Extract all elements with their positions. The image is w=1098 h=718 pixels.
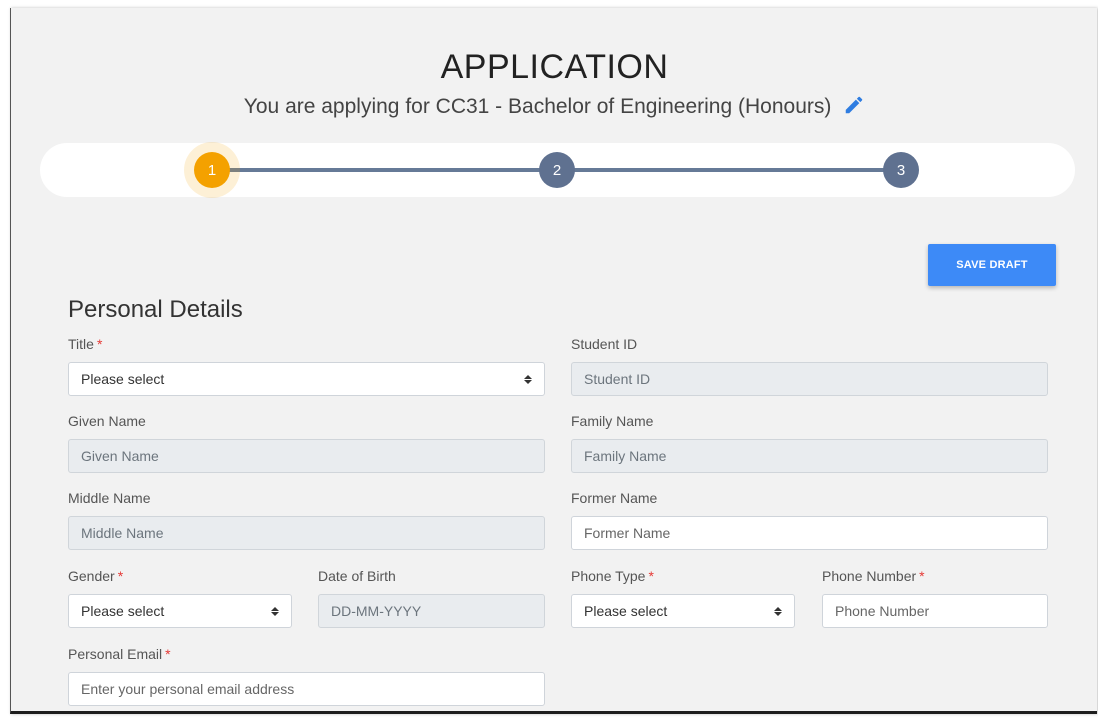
phone-type-label-text: Phone Type <box>571 568 646 584</box>
gender-select-value: Please select <box>81 603 165 619</box>
step-connector-2-3 <box>557 168 901 172</box>
gender-select[interactable]: Please select <box>68 594 292 628</box>
required-marker: * <box>165 646 171 662</box>
select-caret-icon <box>774 606 782 616</box>
student-id-label: Student ID <box>571 336 638 352</box>
student-id-field: Student ID <box>571 362 1048 396</box>
required-marker: * <box>117 568 124 584</box>
required-marker: * <box>96 336 103 352</box>
step-connector-1-2 <box>212 168 555 172</box>
phone-type-select[interactable]: Please select <box>571 594 795 628</box>
title-label-text: Title <box>68 336 94 352</box>
required-marker: * <box>919 568 925 584</box>
family-name-field: Family Name <box>571 439 1048 473</box>
phone-number-label-text: Phone Number <box>822 568 917 584</box>
phone-type-label: Phone Type * <box>571 568 654 584</box>
save-draft-button[interactable]: SAVE DRAFT <box>928 244 1056 286</box>
phone-type-select-value: Please select <box>584 603 668 619</box>
dob-field: DD-MM-YYYY <box>318 594 545 628</box>
step-3[interactable]: 3 <box>883 152 919 188</box>
personal-email-label-text: Personal Email <box>68 646 163 662</box>
middle-name-label: Middle Name <box>68 490 151 506</box>
gender-label-text: Gender <box>68 568 115 584</box>
course-subtitle-text: You are applying for CC31 - Bachelor of … <box>243 95 832 118</box>
phone-number-input[interactable]: Phone Number <box>822 594 1048 628</box>
title-label: Title * <box>68 336 102 352</box>
gender-label: Gender * <box>68 568 123 584</box>
title-select-value: Please select <box>81 371 165 387</box>
select-caret-icon <box>271 606 279 616</box>
former-name-label: Former Name <box>571 490 658 506</box>
pencil-icon[interactable] <box>843 94 865 122</box>
dob-label: Date of Birth <box>318 568 396 584</box>
select-caret-icon <box>524 374 532 384</box>
given-name-field: Given Name <box>68 439 545 473</box>
personal-email-label: Personal Email * <box>68 646 171 662</box>
middle-name-field: Middle Name <box>68 516 545 550</box>
step-2[interactable]: 2 <box>539 152 575 188</box>
family-name-label: Family Name <box>571 413 654 429</box>
page-title: APPLICATION <box>440 48 669 86</box>
former-name-input[interactable]: Former Name <box>571 516 1048 550</box>
personal-email-input[interactable]: Enter your personal email address <box>68 672 545 706</box>
given-name-label: Given Name <box>68 413 146 429</box>
course-subtitle: You are applying for CC31 - Bachelor of … <box>11 94 1098 122</box>
title-select[interactable]: Please select <box>68 362 545 396</box>
required-marker: * <box>648 568 654 584</box>
step-1[interactable]: 1 <box>194 152 230 188</box>
application-page: APPLICATION You are applying for CC31 - … <box>10 8 1097 714</box>
phone-number-label: Phone Number * <box>822 568 925 584</box>
section-title-personal-details: Personal Details <box>68 296 243 323</box>
